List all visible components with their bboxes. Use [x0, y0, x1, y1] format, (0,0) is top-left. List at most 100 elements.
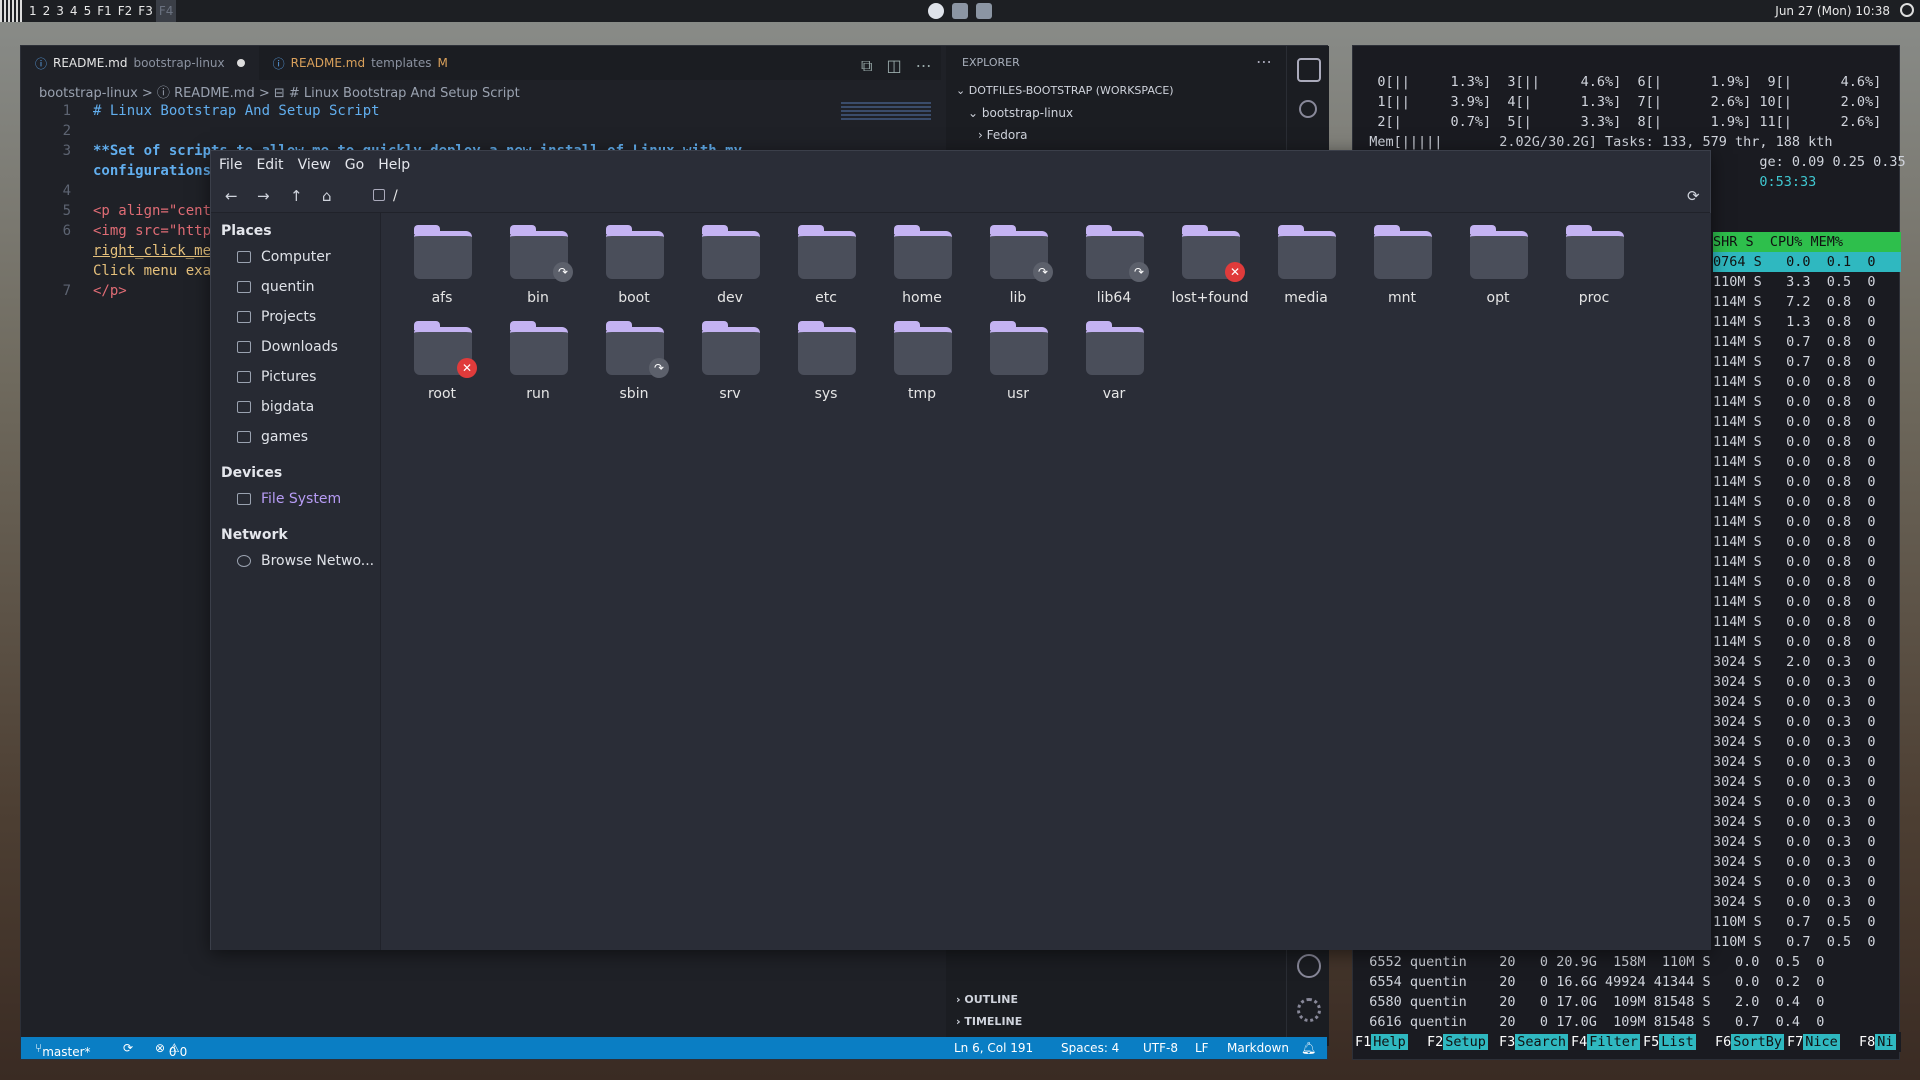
indentation[interactable]: Spaces: 4: [1061, 1041, 1119, 1055]
process-row[interactable]: 110M S 3.3 0.5 0: [1713, 272, 1876, 292]
more-actions-icon[interactable]: ⋯: [916, 56, 932, 76]
process-row[interactable]: 3024 S 0.0 0.3 0: [1713, 712, 1876, 732]
process-row[interactable]: 114M S 0.0 0.8 0: [1713, 412, 1876, 432]
tab-readme-bootstrap[interactable]: ⓘ README.md bootstrap-linux: [21, 46, 259, 80]
outline-section[interactable]: › OUTLINE: [956, 993, 1018, 1006]
account-icon[interactable]: [1297, 954, 1321, 978]
menu-view[interactable]: View: [298, 157, 331, 173]
process-row[interactable]: 114M S 0.0 0.8 0: [1713, 532, 1876, 552]
workspace-f4[interactable]: F4: [155, 0, 177, 22]
process-row[interactable]: 0764 S 0.0 0.1 0: [1713, 252, 1901, 272]
sync-icon[interactable]: ⟳: [123, 1041, 133, 1055]
sidebar-item-projects[interactable]: Projects: [237, 309, 316, 325]
process-row[interactable]: 3024 S 0.0 0.3 0: [1713, 812, 1876, 832]
folder-item[interactable]: ↷ lib64: [1069, 219, 1159, 314]
menu-file[interactable]: File: [219, 157, 242, 173]
folder-item[interactable]: ↷ lib: [973, 219, 1063, 314]
chrome-tray-icon[interactable]: [928, 3, 944, 19]
cursor-position[interactable]: Ln 6, Col 191: [954, 1041, 1033, 1055]
explorer-more-icon[interactable]: ⋯: [1256, 52, 1272, 71]
process-row[interactable]: 3024 S 0.0 0.3 0: [1713, 692, 1876, 712]
sidebar-item-file-system[interactable]: File System: [237, 491, 341, 507]
folder-bootstrap-linux[interactable]: ⌄ bootstrap-linux: [956, 102, 1174, 124]
workspace-f1[interactable]: F1: [94, 0, 115, 22]
folder-item[interactable]: home: [877, 219, 967, 314]
process-row[interactable]: 114M S 0.7 0.8 0: [1713, 352, 1876, 372]
sidebar-item-browse-network[interactable]: Browse Netwo...: [237, 553, 374, 569]
workspace-f2[interactable]: F2: [115, 0, 136, 22]
minimap[interactable]: [841, 102, 931, 120]
search-icon[interactable]: [1299, 100, 1317, 118]
process-row[interactable]: 114M S 0.0 0.8 0: [1713, 452, 1876, 472]
folder-item[interactable]: opt: [1453, 219, 1543, 314]
explorer-icon[interactable]: [1297, 58, 1321, 82]
process-row[interactable]: 3024 S 2.0 0.3 0: [1713, 652, 1876, 672]
process-row[interactable]: 3024 S 0.0 0.3 0: [1713, 852, 1876, 872]
folder-item[interactable]: usr: [973, 315, 1063, 410]
sidebar-item-computer[interactable]: Computer: [237, 249, 331, 265]
workspace-f3[interactable]: F3: [135, 0, 156, 22]
process-row[interactable]: 114M S 0.0 0.8 0: [1713, 392, 1876, 412]
breadcrumb[interactable]: bootstrap-linux > ⓘ README.md > ⊟ # Linu…: [39, 82, 520, 101]
unsaved-dot-icon[interactable]: [236, 59, 245, 67]
f2-setup-key[interactable]: F2 Setup: [1427, 1032, 1488, 1052]
process-row[interactable]: 3024 S 0.0 0.3 0: [1713, 832, 1876, 852]
process-row[interactable]: 110M S 0.7 0.5 0: [1713, 912, 1876, 932]
path-bar[interactable]: /: [361, 183, 1681, 209]
folder-item[interactable]: ✕ root: [397, 315, 487, 410]
path-segment[interactable]: /: [393, 188, 398, 204]
process-row[interactable]: 3024 S 0.0 0.3 0: [1713, 672, 1876, 692]
sidebar-item-bigdata[interactable]: bigdata: [237, 399, 314, 415]
process-row[interactable]: 114M S 0.0 0.8 0: [1713, 512, 1876, 532]
folder-item[interactable]: etc: [781, 219, 871, 314]
sidebar-item-quentin[interactable]: quentin: [237, 279, 315, 295]
process-row[interactable]: 114M S 0.7 0.8 0: [1713, 332, 1876, 352]
workspace-5[interactable]: 5: [81, 0, 95, 22]
process-row[interactable]: 114M S 0.0 0.8 0: [1713, 552, 1876, 572]
home-icon[interactable]: ⌂: [322, 187, 332, 205]
sidebar-item-pictures[interactable]: Pictures: [237, 369, 316, 385]
process-row[interactable]: 114M S 1.3 0.8 0: [1713, 312, 1876, 332]
line-ending[interactable]: LF: [1195, 1041, 1209, 1055]
workspace-2[interactable]: 2: [40, 0, 54, 22]
workspace-4[interactable]: 4: [67, 0, 81, 22]
process-row[interactable]: 114M S 0.0 0.8 0: [1713, 612, 1876, 632]
window-tray-icon[interactable]: [976, 3, 992, 19]
process-row[interactable]: 114M S 7.2 0.8 0: [1713, 292, 1876, 312]
folder-item[interactable]: proc: [1549, 219, 1639, 314]
process-row[interactable]: 3024 S 0.0 0.3 0: [1713, 872, 1876, 892]
process-row[interactable]: 114M S 0.0 0.8 0: [1713, 472, 1876, 492]
process-row[interactable]: 3024 S 0.0 0.3 0: [1713, 752, 1876, 772]
folder-item[interactable]: tmp: [877, 315, 967, 410]
process-row[interactable]: 6554 quentin 20 0 16.6G 49924 41344 S 0.…: [1353, 972, 1824, 992]
folder-item[interactable]: afs: [397, 219, 487, 314]
process-table-header[interactable]: SHR S CPU% MEM%: [1713, 232, 1901, 252]
timeline-section[interactable]: › TIMELINE: [956, 1015, 1022, 1028]
folder-item[interactable]: run: [493, 315, 583, 410]
f8-nice-key[interactable]: F8 Ni: [1859, 1032, 1896, 1052]
f3-search-key[interactable]: F3 Search: [1499, 1032, 1569, 1052]
process-row[interactable]: 6580 quentin 20 0 17.0G 109M 81548 S 2.0…: [1353, 992, 1824, 1012]
process-row[interactable]: 114M S 0.0 0.8 0: [1713, 572, 1876, 592]
process-row[interactable]: 3024 S 0.0 0.3 0: [1713, 892, 1876, 912]
folder-item[interactable]: srv: [685, 315, 775, 410]
branch-indicator[interactable]: ⑂ master*: [35, 1041, 91, 1059]
process-row[interactable]: 114M S 0.0 0.8 0: [1713, 492, 1876, 512]
power-icon[interactable]: [1900, 3, 1914, 17]
folder-item[interactable]: boot: [589, 219, 679, 314]
process-row[interactable]: 6552 quentin 20 0 20.9G 158M 110M S 0.0 …: [1353, 952, 1824, 972]
terminal-tray-icon[interactable]: [952, 3, 968, 19]
process-row[interactable]: 3024 S 0.0 0.3 0: [1713, 772, 1876, 792]
back-arrow-icon[interactable]: ←: [225, 187, 238, 205]
folder-item[interactable]: ↷ sbin: [589, 315, 679, 410]
f4-filter-key[interactable]: F4 Filter: [1571, 1032, 1641, 1052]
process-row[interactable]: 114M S 0.0 0.8 0: [1713, 592, 1876, 612]
gear-icon[interactable]: [1297, 998, 1321, 1022]
menu-go[interactable]: Go: [345, 157, 364, 173]
apps-grid-icon[interactable]: [0, 0, 22, 22]
menu-help[interactable]: Help: [378, 157, 410, 173]
process-row[interactable]: 114M S 0.0 0.8 0: [1713, 432, 1876, 452]
forward-arrow-icon[interactable]: →: [257, 187, 270, 205]
process-row[interactable]: 3024 S 0.0 0.3 0: [1713, 792, 1876, 812]
process-row[interactable]: 6616 quentin 20 0 17.0G 109M 81548 S 0.7…: [1353, 1012, 1824, 1032]
